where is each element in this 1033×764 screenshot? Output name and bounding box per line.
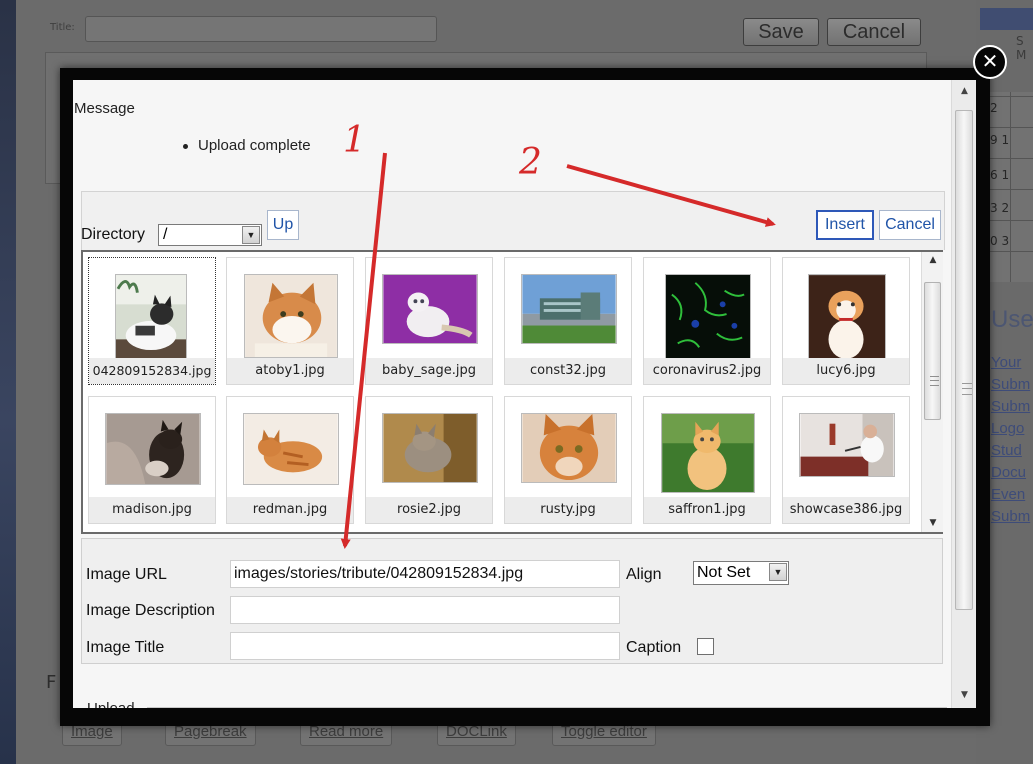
arrow-to-url-field	[340, 152, 387, 549]
bg-letter: F	[46, 672, 57, 693]
bg-calendar-days: S M	[1016, 34, 1027, 62]
bg-sidebar-link[interactable]: Docu	[991, 464, 1026, 481]
bg-calendar-row: 6 1	[990, 168, 1010, 182]
bg-sidebar-link[interactable]: Even	[991, 486, 1025, 503]
bg-calendar-row: 0 3	[990, 234, 1010, 248]
bg-calendar-row: 9 1	[990, 133, 1010, 147]
bg-calendar-header	[980, 8, 1033, 30]
image-manager-dialog: Message Upload complete Directory / ▼ Up…	[73, 80, 976, 708]
annotation-number-1: 1	[343, 120, 366, 161]
bg-sidebar-link[interactable]: Your	[991, 354, 1021, 371]
scroll-down-icon[interactable]: ▼	[952, 690, 976, 700]
scrollbar-thumb[interactable]	[955, 110, 973, 610]
bg-save-button[interactable]: Save	[743, 18, 819, 46]
bg-calendar-row: 3 2	[990, 201, 1010, 215]
scroll-up-icon[interactable]: ▲	[952, 86, 976, 96]
annotation-number-2: 2	[519, 142, 542, 183]
close-icon[interactable]: ✕	[973, 45, 1007, 79]
arrow-to-insert-button	[566, 164, 776, 227]
bg-sidebar-link[interactable]: Subm	[991, 398, 1030, 415]
bg-sidebar-link[interactable]: Stud	[991, 442, 1022, 459]
bg-title-input[interactable]	[85, 16, 437, 42]
dialog-scrollbar[interactable]: ▲ ▼	[951, 80, 976, 708]
bg-sidebar-title: User	[991, 306, 1033, 333]
grip-icon	[962, 383, 972, 395]
bg-title-label: Title:	[50, 22, 75, 33]
bg-calendar-row: 2	[990, 101, 998, 115]
desktop-edge	[0, 0, 16, 764]
bg-sidebar-link[interactable]: Subm	[991, 508, 1030, 525]
bg-sidebar-link[interactable]: Logo	[991, 420, 1024, 437]
bg-cancel-button[interactable]: Cancel	[827, 18, 921, 46]
bg-calendar-grid	[988, 92, 1033, 282]
bg-sidebar-link[interactable]: Subm	[991, 376, 1030, 393]
